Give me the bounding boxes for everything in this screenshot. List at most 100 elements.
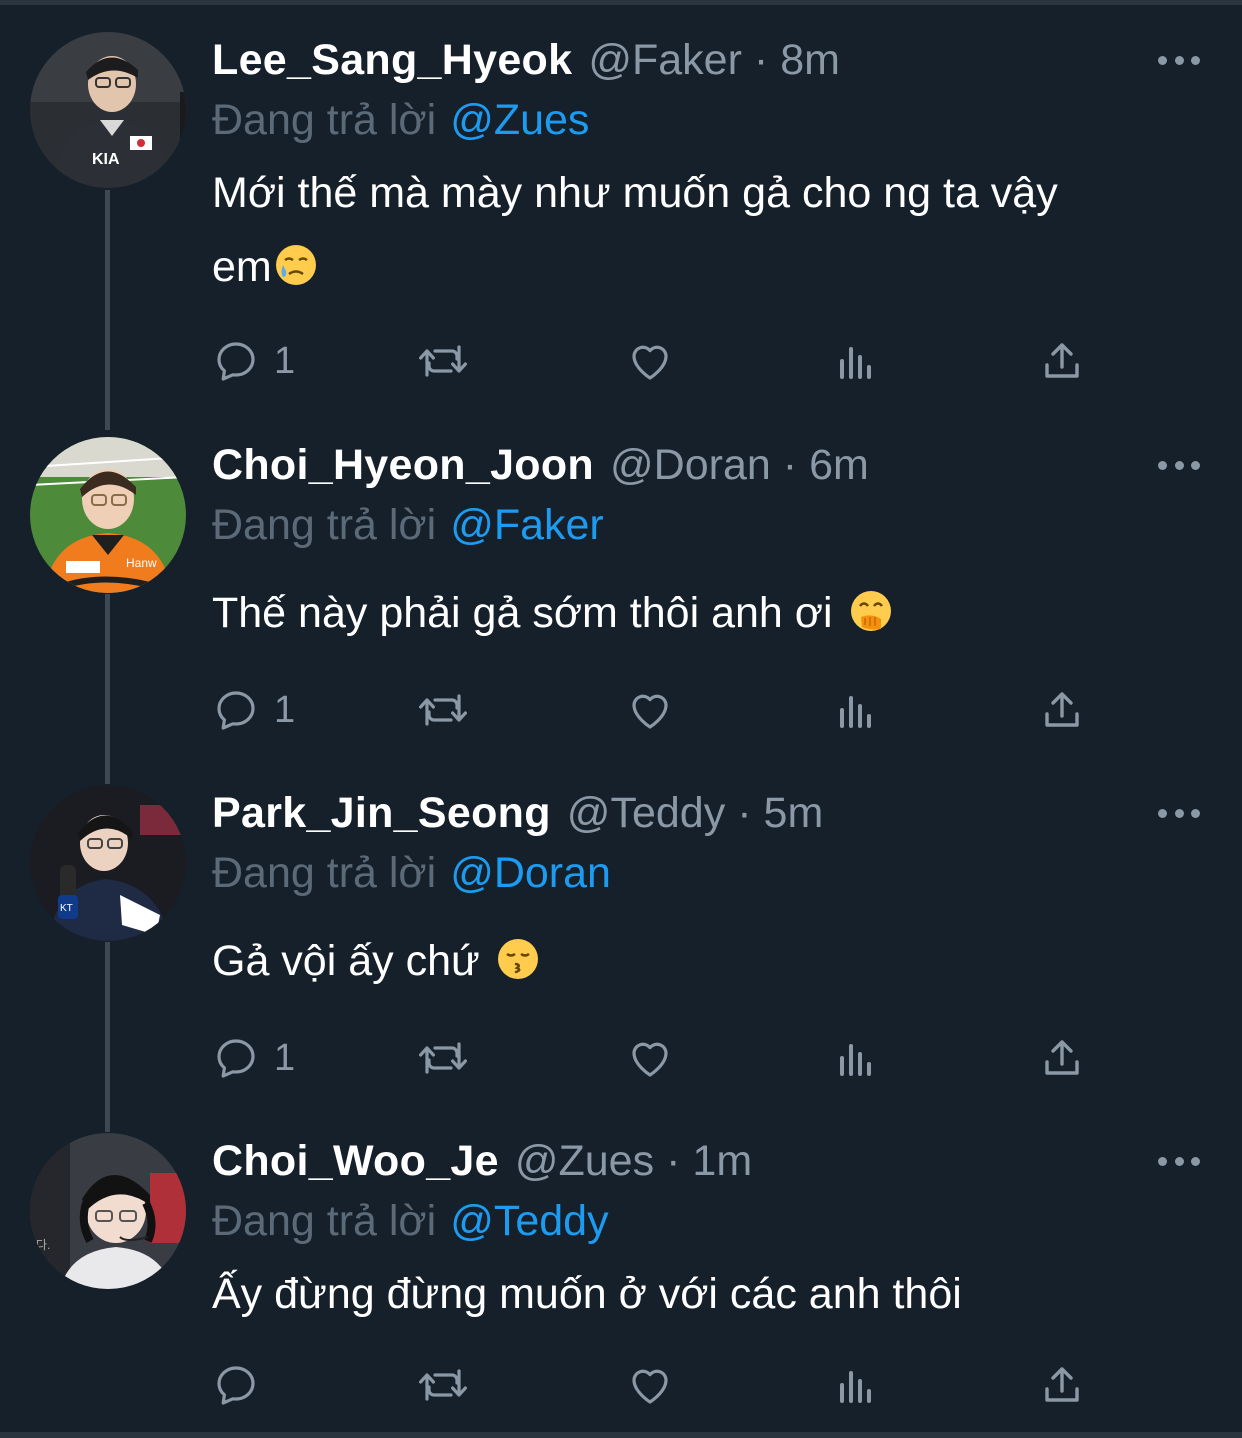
username-handle[interactable]: @Zues [515,1133,654,1189]
reply-icon [217,342,255,381]
tweet-text-line: Ấy đừng đừng muốn ở với các anh thôi [212,1270,962,1318]
share-icon [1045,1367,1079,1402]
views-button[interactable] [832,685,880,735]
views-button[interactable] [832,336,880,386]
tweet-header: Choi_Woo_Je @Zues · 1m [212,1133,752,1189]
like-button[interactable] [626,336,674,386]
reply-context: Đang trả lời @Zues [212,92,589,148]
views-button[interactable] [832,1033,880,1083]
tweet[interactable]: KT Park_Jin_Seong @Teddy · 5m Đang trả l… [0,785,1242,1095]
display-name[interactable]: Lee_Sang_Hyeok [212,32,572,88]
reply-count: 1 [274,688,296,731]
separator: · [666,1137,681,1185]
more-horizontal-icon[interactable] [1158,803,1200,823]
tweet[interactable]: KIA Lee_Sang_Hyeok @Faker · 8m Đang trả … [0,32,1242,392]
retweet-icon [419,1369,467,1401]
views-button[interactable] [832,1360,880,1410]
share-button[interactable] [1038,1360,1086,1410]
reply-context: Đang trả lời @Doran [212,845,611,901]
analytics-icon [840,1371,871,1403]
analytics-icon [840,347,871,379]
tweet-text-line-with-emoji: em [212,230,1202,304]
thread-page: KIA Lee_Sang_Hyeok @Faker · 8m Đang trả … [0,0,1242,1438]
tweet-text: Ấy đừng đừng muốn ở với các anh thôi [212,1257,1202,1331]
like-button[interactable] [626,1033,674,1083]
share-icon [1045,343,1079,378]
svg-text:Hanw: Hanw [126,556,157,570]
username-handle[interactable]: @Teddy [567,785,725,841]
reply-mention-link[interactable]: @Zues [450,96,589,144]
timestamp[interactable]: 6m [809,437,869,493]
retweet-button[interactable] [416,336,470,386]
username-handle[interactable]: @Doran [610,437,771,493]
retweet-button[interactable] [416,1033,470,1083]
reply-count: 1 [274,339,296,382]
display-name[interactable]: Park_Jin_Seong [212,785,551,841]
tweet-text-line-with-emoji: Gả vội ấy chứ [212,924,1202,998]
timestamp[interactable]: 5m [764,785,824,841]
tweet-actions: 1 [212,1033,1112,1083]
share-button[interactable] [1038,1033,1086,1083]
avatar[interactable]: 다. [30,1133,186,1289]
username-handle[interactable]: @Faker [588,32,742,88]
more-horizontal-icon[interactable] [1158,455,1200,475]
separator: · [737,789,752,837]
more-horizontal-icon[interactable] [1158,1151,1200,1171]
timestamp[interactable]: 8m [780,32,840,88]
svg-text:KIA: KIA [92,151,120,168]
top-divider [0,0,1242,5]
face-with-hand-over-mouth-icon [849,589,893,633]
retweet-icon [419,1042,467,1074]
display-name[interactable]: Choi_Hyeon_Joon [212,437,594,493]
reply-context: Đang trả lời @Faker [212,497,604,553]
timestamp[interactable]: 1m [692,1133,752,1189]
share-icon [1045,1040,1079,1075]
avatar-image: KIA [30,32,186,188]
reply-prefix: Đang trả lời [212,96,437,144]
share-button[interactable] [1038,685,1086,735]
avatar[interactable]: Hanw [30,437,186,593]
reply-context: Đang trả lời @Teddy [212,1193,609,1249]
retweet-button[interactable] [416,1360,470,1410]
avatar-image: Hanw [30,437,186,593]
tweet-text-line: Mới thế mà mày như muốn gả cho ng ta vậy [212,169,1058,217]
face-holding-back-tears-icon [274,243,318,287]
reply-count: 1 [274,1036,296,1079]
tweet-header: Park_Jin_Seong @Teddy · 5m [212,785,823,841]
retweet-button[interactable] [416,685,470,735]
tweet-text: Mới thế mà mày như muốn gả cho ng ta vậy… [212,156,1202,304]
reply-button[interactable]: 1 [212,336,295,386]
tweet-text: Thế này phải gả sớm thôi anh ơi [212,576,1202,650]
kissing-face-icon [496,937,540,981]
heart-icon [632,694,668,729]
tweet-text-line: Thế này phải gả sớm thôi anh ơi [212,589,833,637]
tweet-text-line: em [212,243,272,291]
svg-text:KT: KT [60,903,73,914]
like-button[interactable] [626,1360,674,1410]
avatar[interactable]: KIA [30,32,186,188]
tweet[interactable]: 다. Choi_Woo_Je @Zues · 1m Đang trả lời @T… [0,1133,1242,1423]
separator: · [753,36,769,84]
heart-icon [632,1369,668,1404]
display-name[interactable]: Choi_Woo_Je [212,1133,499,1189]
tweet-text-line: Gả vội ấy chứ [212,937,480,985]
heart-icon [632,345,668,380]
reply-button[interactable]: 1 [212,1033,295,1083]
like-button[interactable] [626,685,674,735]
analytics-icon [840,1044,871,1076]
reply-mention-link[interactable]: @Faker [450,501,604,549]
analytics-icon [840,696,871,728]
reply-mention-link[interactable]: @Teddy [450,1197,608,1245]
reply-button[interactable] [212,1360,274,1410]
share-button[interactable] [1038,336,1086,386]
reply-mention-link[interactable]: @Doran [450,849,611,897]
svg-text:다.: 다. [36,1238,50,1252]
more-horizontal-icon[interactable] [1158,50,1200,70]
tweet[interactable]: Hanw Choi_Hyeon_Joon @Doran · 6m Đang tr… [0,437,1242,747]
reply-button[interactable]: 1 [212,685,295,735]
heart-icon [632,1042,668,1077]
tweet-header: Lee_Sang_Hyeok @Faker · 8m [212,32,840,88]
tweet-actions: 1 [212,685,1112,735]
avatar-image: KT [30,785,186,941]
avatar[interactable]: KT [30,785,186,941]
